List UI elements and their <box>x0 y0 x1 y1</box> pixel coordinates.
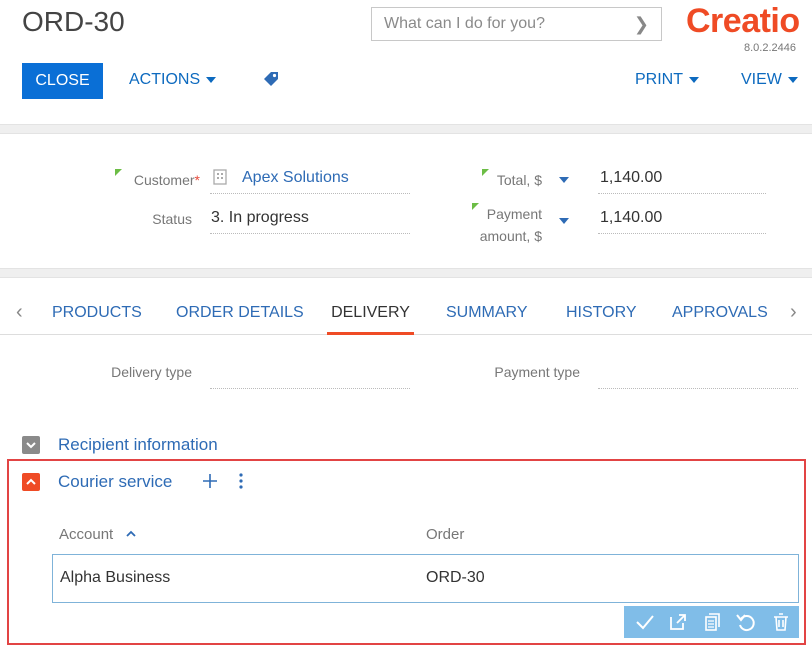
total-value[interactable]: 1,140.00 <box>600 169 662 187</box>
view-label: VIEW <box>741 71 782 88</box>
actions-label: ACTIONS <box>129 71 201 88</box>
total-label-text: Total, $ <box>496 172 542 188</box>
tab-approvals[interactable]: APPROVALS <box>672 293 768 335</box>
currency-dropdown-icon[interactable] <box>559 218 569 224</box>
close-button[interactable]: CLOSE <box>22 63 103 99</box>
required-asterisk: * <box>194 172 200 188</box>
field-underline <box>210 193 410 194</box>
building-icon <box>212 168 228 191</box>
caret-down-icon <box>787 76 798 83</box>
plus-icon <box>203 474 217 488</box>
column-header-account[interactable]: Account <box>59 526 137 543</box>
field-underline <box>598 233 766 234</box>
view-button[interactable]: VIEW <box>741 71 798 89</box>
expand-section-toggle[interactable] <box>22 436 40 454</box>
recipient-section-title[interactable]: Recipient information <box>58 435 218 455</box>
payment-label-line2: amount, $ <box>479 228 542 244</box>
payment-type-label: Payment type <box>494 364 580 380</box>
collapse-section-toggle[interactable] <box>22 473 40 491</box>
page-title: ORD-30 <box>22 6 125 37</box>
total-label: Total, $ <box>470 169 542 188</box>
logo-text: Creatio <box>686 2 800 40</box>
kebab-menu-icon <box>239 473 243 489</box>
chevron-up-icon <box>26 478 36 485</box>
delivery-type-field[interactable] <box>210 388 410 389</box>
copy-icon[interactable] <box>701 611 723 633</box>
command-search[interactable]: ❯ <box>371 7 662 41</box>
caret-down-icon <box>689 76 699 83</box>
tab-order-details[interactable]: ORDER DETAILS <box>176 293 304 335</box>
required-marker <box>472 203 479 210</box>
divider-band <box>0 268 812 278</box>
courier-section-title[interactable]: Courier service <box>58 472 172 492</box>
search-input[interactable] <box>372 8 622 40</box>
row-action-bar <box>624 606 799 638</box>
required-marker <box>115 169 122 176</box>
creatio-logo: Creatio <box>686 2 800 41</box>
tab-bar: ‹ PRODUCTS ORDER DETAILS DELIVERY SUMMAR… <box>0 293 812 335</box>
field-underline <box>210 233 410 234</box>
order-cell: ORD-30 <box>426 569 485 586</box>
open-external-icon[interactable] <box>667 611 689 633</box>
tag-icon[interactable] <box>262 70 280 93</box>
currency-dropdown-icon[interactable] <box>559 177 569 183</box>
chevron-right-icon[interactable]: › <box>790 301 797 324</box>
payment-amount-value[interactable]: 1,140.00 <box>600 209 662 227</box>
column-header-order[interactable]: Order <box>426 526 464 543</box>
divider-band <box>0 124 812 134</box>
column-account-label: Account <box>59 526 114 543</box>
add-record-button[interactable] <box>201 472 219 495</box>
required-marker <box>482 169 489 176</box>
payment-amount-label: Payment amount, $ <box>460 203 542 247</box>
undo-icon[interactable] <box>735 611 757 633</box>
version-label: 8.0.2.2446 <box>744 42 796 54</box>
tab-history[interactable]: HISTORY <box>566 293 637 335</box>
delivery-type-label: Delivery type <box>111 364 192 380</box>
customer-label: Customer* <box>110 169 200 188</box>
account-cell: Alpha Business <box>60 569 171 586</box>
tab-products[interactable]: PRODUCTS <box>52 293 142 335</box>
print-button[interactable]: PRINT <box>635 71 699 89</box>
check-icon[interactable] <box>634 611 656 633</box>
table-row[interactable]: Alpha Business ORD-30 <box>52 554 799 603</box>
status-label: Status <box>152 211 192 227</box>
customer-value[interactable]: Apex Solutions <box>242 169 349 187</box>
sort-ascending-icon <box>126 530 137 537</box>
print-label: PRINT <box>635 71 683 88</box>
caret-down-icon <box>206 76 217 83</box>
chevron-left-icon[interactable]: ‹ <box>16 301 23 324</box>
chevron-down-icon <box>26 442 36 449</box>
tab-delivery[interactable]: DELIVERY <box>327 293 414 335</box>
more-options-button[interactable] <box>236 472 246 495</box>
actions-button[interactable]: ACTIONS <box>129 71 217 89</box>
delete-icon[interactable] <box>770 611 792 633</box>
tab-summary[interactable]: SUMMARY <box>446 293 528 335</box>
customer-label-text: Customer <box>133 172 195 188</box>
field-underline <box>598 193 766 194</box>
status-value[interactable]: 3. In progress <box>211 209 309 227</box>
chevron-right-icon[interactable]: ❯ <box>634 14 649 35</box>
payment-type-field[interactable] <box>598 388 798 389</box>
